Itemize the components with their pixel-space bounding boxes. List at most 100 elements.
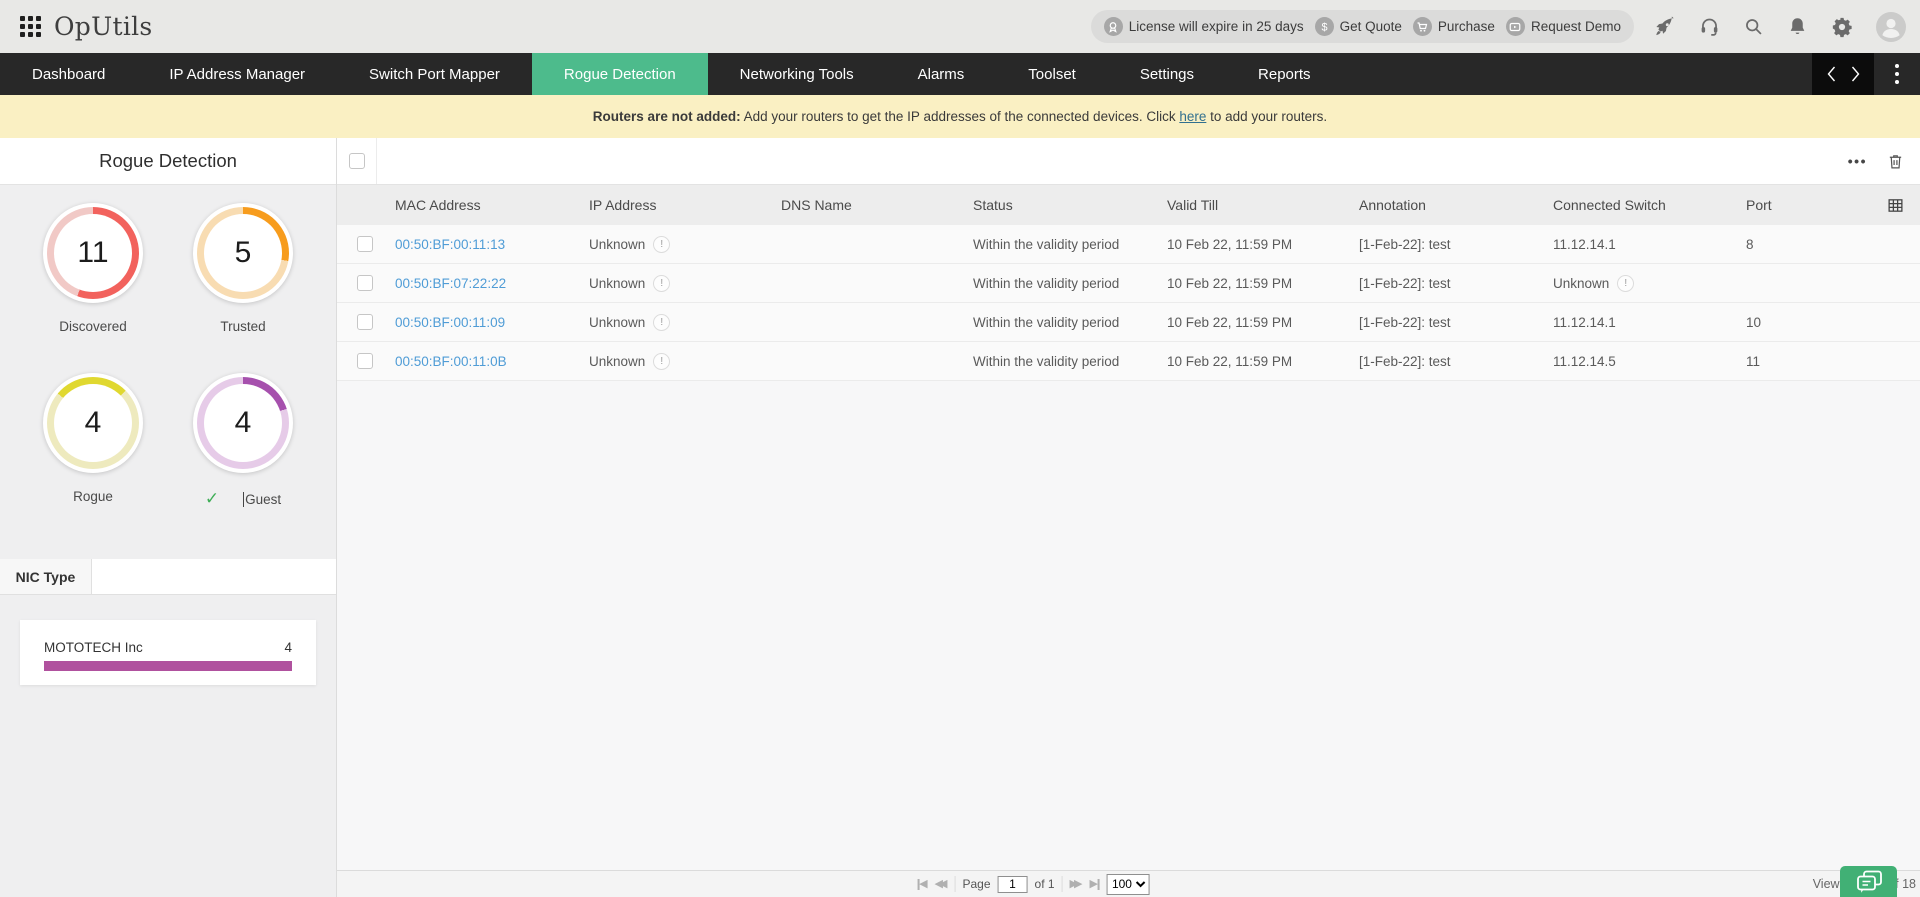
main-nav: Dashboard IP Address Manager Switch Port M… [0, 53, 1920, 95]
tab-rogue-detection[interactable]: Rogue Detection [531, 53, 708, 95]
column-header-mac-address[interactable]: MAC Address [393, 197, 587, 213]
table-row: 00:50:BF:07:22:22 Unknown ! Within the v… [337, 264, 1920, 303]
cart-icon [1412, 17, 1432, 36]
add-routers-link[interactable]: here [1179, 109, 1206, 124]
warning-icon[interactable]: ! [653, 313, 671, 331]
gauge-ring: 11 [43, 203, 143, 303]
tab-label: IP Address Manager [169, 65, 306, 83]
nav-tabs: Dashboard IP Address Manager Switch Port M… [0, 53, 1343, 95]
gauge-label: Rogue [73, 489, 113, 504]
app-title: OpUtils [54, 12, 153, 41]
nav-overflow-menu-icon[interactable] [1874, 63, 1920, 85]
notifications-bell-icon[interactable] [1787, 16, 1808, 37]
main-panel: ••• MAC Address IP Address DNS Name Stat… [337, 138, 1920, 897]
license-expiry: License will expire in 25 days [1103, 17, 1304, 36]
more-actions-icon[interactable]: ••• [1848, 153, 1867, 169]
tab-label: Toolset [1028, 65, 1076, 83]
pager-divider [1061, 876, 1063, 892]
row-checkbox[interactable] [357, 275, 373, 291]
tab-nic-type[interactable]: NIC Type [0, 559, 92, 594]
nic-vendor-label: MOTOTECH Inc [44, 640, 143, 655]
check-icon: ✓ [204, 489, 220, 508]
toolbar-actions: ••• [1848, 153, 1920, 170]
status-value: Within the validity period [973, 314, 1120, 330]
gauge-guest[interactable]: 4 ✓ Guest [168, 373, 318, 543]
chevron-right-icon[interactable] [1851, 66, 1860, 82]
delete-trash-icon[interactable] [1887, 153, 1904, 170]
select-all-checkbox[interactable] [348, 153, 365, 169]
app-launcher-icon[interactable] [20, 16, 41, 37]
warning-icon[interactable]: ! [653, 235, 671, 253]
page-number-input[interactable] [997, 875, 1028, 893]
tab-settings[interactable]: Settings [1108, 53, 1226, 95]
row-checkbox[interactable] [357, 353, 373, 369]
column-header-dns-name[interactable]: DNS Name [779, 197, 971, 213]
tab-ip-address-manager[interactable]: IP Address Manager [137, 53, 337, 95]
connected-switch-value: 11.12.14.1 [1553, 236, 1616, 252]
tab-networking-tools[interactable]: Networking Tools [708, 53, 886, 95]
gauge-discovered[interactable]: 11 ✓ Discovered [18, 203, 168, 373]
column-header-valid-till[interactable]: Valid Till [1165, 197, 1357, 213]
banner-text: Add your routers to get the IP addresses… [740, 109, 1180, 124]
first-page-button[interactable]: ◀ [917, 878, 928, 890]
video-icon [1505, 17, 1525, 36]
purchase-button[interactable]: Purchase [1412, 17, 1495, 36]
tab-alarms[interactable]: Alarms [886, 53, 997, 95]
gauge-value: 11 [54, 214, 132, 292]
mac-address-link[interactable]: 00:50:BF:07:22:22 [395, 276, 506, 291]
settings-gear-icon[interactable] [1831, 16, 1853, 38]
content: Rogue Detection 11 ✓ Discovered 5 ✓ [0, 138, 1920, 897]
chevron-left-icon[interactable] [1827, 66, 1836, 82]
mac-address-link[interactable]: 00:50:BF:00:11:13 [395, 237, 505, 252]
tab-toolset[interactable]: Toolset [996, 53, 1108, 95]
valid-till-value: 10 Feb 22, 11:59 PM [1167, 314, 1293, 330]
status-value: Within the validity period [973, 275, 1120, 291]
tab-label: Networking Tools [739, 65, 854, 83]
previous-page-button[interactable]: ◀ ◀ [935, 878, 948, 890]
nic-bar [44, 661, 292, 671]
warning-icon[interactable]: ! [653, 352, 671, 370]
column-header-ip-address[interactable]: IP Address [587, 197, 779, 213]
row-checkbox[interactable] [357, 236, 373, 252]
search-icon[interactable] [1743, 16, 1764, 37]
port-value: 10 [1746, 314, 1762, 330]
tab-switch-port-mapper[interactable]: Switch Port Mapper [337, 53, 532, 95]
tab-label: Switch Port Mapper [369, 65, 500, 83]
column-header-status[interactable]: Status [971, 197, 1165, 213]
column-header-connected-switch[interactable]: Connected Switch [1551, 197, 1744, 213]
last-page-button[interactable]: ▶ [1089, 878, 1100, 890]
dollar-icon: $ [1314, 17, 1334, 36]
tab-reports[interactable]: Reports [1226, 53, 1343, 95]
column-header-port[interactable]: Port [1744, 197, 1872, 213]
column-header-annotation[interactable]: Annotation [1357, 197, 1551, 213]
next-page-button[interactable]: ▶ ▶ [1070, 878, 1083, 890]
user-avatar[interactable] [1876, 11, 1906, 42]
gauge-rogue[interactable]: 4 ✓ Rogue [18, 373, 168, 543]
gauge-ring: 4 [43, 373, 143, 473]
table-toolbar: ••• [337, 138, 1920, 185]
banner-bold-text: Routers are not added: [592, 109, 741, 124]
row-checkbox[interactable] [357, 314, 373, 330]
get-quote-button[interactable]: $ Get Quote [1314, 17, 1402, 36]
warning-icon[interactable]: ! [653, 274, 671, 292]
warning-icon[interactable]: ! [1617, 274, 1635, 292]
page-size-select[interactable]: 100 [1106, 873, 1150, 895]
tab-label: Dashboard [32, 65, 106, 83]
sidebar: Rogue Detection 11 ✓ Discovered 5 ✓ [0, 138, 337, 897]
gauge-label-row: ✓ Guest [205, 489, 281, 509]
summary-gauges: 11 ✓ Discovered 5 ✓ Trusted [0, 185, 336, 543]
mac-address-link[interactable]: 00:50:BF:00:11:09 [395, 315, 505, 330]
feedback-chat-button[interactable] [1840, 866, 1897, 897]
rocket-icon[interactable] [1654, 15, 1676, 38]
ip-address-value: Unknown [589, 314, 646, 330]
nic-bar-row[interactable]: MOTOTECH Inc 4 [44, 640, 292, 671]
tab-dashboard[interactable]: Dashboard [0, 53, 137, 95]
request-demo-button[interactable]: Request Demo [1505, 17, 1621, 36]
support-headset-icon[interactable] [1699, 16, 1720, 37]
gauge-label-row: ✓ Rogue [73, 489, 113, 504]
gauge-trusted[interactable]: 5 ✓ Trusted [168, 203, 318, 373]
mac-address-link[interactable]: 00:50:BF:00:11:0B [395, 354, 507, 369]
status-value: Within the validity period [973, 236, 1120, 252]
column-chooser-icon[interactable] [1887, 197, 1904, 214]
tab-label: Alarms [917, 65, 965, 83]
